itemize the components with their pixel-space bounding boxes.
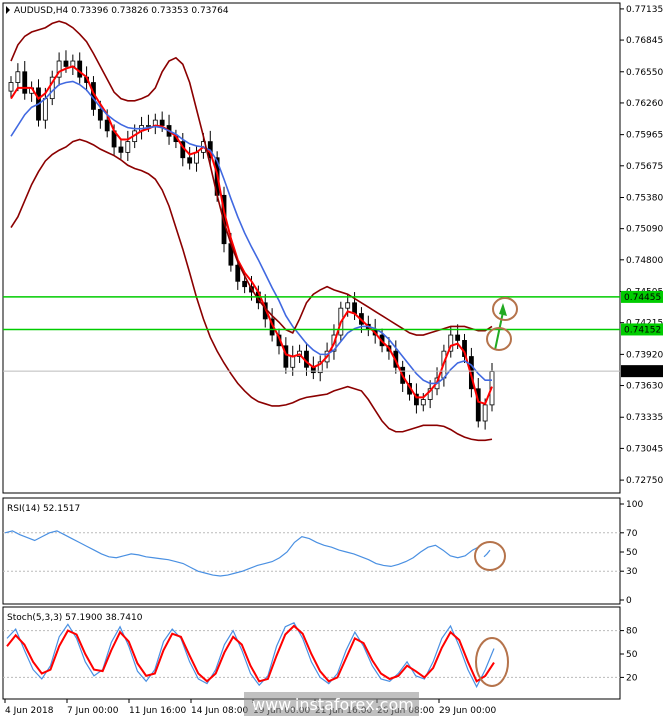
rsi-y-tick-label: 50 bbox=[626, 548, 638, 558]
watermark-text: www.instaforex.com bbox=[252, 695, 414, 714]
panel-frame-0 bbox=[2, 2, 621, 494]
stoch-y-tick-label: 50 bbox=[626, 650, 638, 660]
stoch-y-tick-label: 20 bbox=[626, 673, 638, 683]
candle-body bbox=[15, 71, 21, 83]
y-tick-label: 0.74800 bbox=[626, 256, 663, 266]
y-tick-label: 0.75090 bbox=[626, 225, 663, 235]
candle-body bbox=[146, 125, 151, 127]
chart-root: 0.77135 0.76845 0.76550 0.76260 0.75965 0.756… bbox=[0, 0, 665, 720]
chart-canvas: 0.77135 0.76845 0.76550 0.76260 0.75965 0.756… bbox=[2, 2, 663, 716]
y-tick-label: 0.75675 bbox=[626, 162, 663, 172]
candle-body bbox=[118, 146, 124, 153]
y-tick-label: 0.75965 bbox=[626, 131, 663, 141]
chart-title: AUDUSD,H4 0.73396 0.73826 0.73353 0.7376… bbox=[14, 6, 229, 16]
x-tick-label: 14 Jun 08:00 bbox=[191, 706, 248, 716]
candle-body bbox=[194, 151, 199, 164]
candle-body bbox=[482, 404, 488, 422]
y-tick-label: 0.76260 bbox=[626, 99, 663, 109]
x-tick-label: 11 Jun 16:00 bbox=[129, 706, 186, 716]
current-price-label: 0.73764 bbox=[624, 367, 661, 377]
candle-body bbox=[187, 157, 193, 164]
y-tick-label: 0.77135 bbox=[626, 5, 663, 15]
candle-body bbox=[290, 356, 296, 368]
y-tick-label: 0.76550 bbox=[626, 68, 663, 78]
candle-body bbox=[97, 108, 103, 121]
level-tag-label: 0.74152 bbox=[624, 325, 661, 335]
rsi-title: RSI(14) 52.1517 bbox=[7, 504, 80, 514]
rsi-y-tick-label: 70 bbox=[626, 529, 638, 539]
x-tick-label: 4 Jun 2018 bbox=[5, 706, 54, 716]
y-tick-label: 0.73045 bbox=[626, 444, 663, 454]
y-tick-label: 0.76845 bbox=[626, 36, 663, 46]
candle-body bbox=[8, 82, 14, 92]
y-tick-label: 0.73920 bbox=[626, 350, 663, 360]
candle-body bbox=[455, 334, 461, 341]
candle-body bbox=[235, 264, 241, 282]
candle-body bbox=[352, 302, 357, 314]
rsi-y-tick-label: 100 bbox=[626, 500, 643, 510]
candle-body bbox=[22, 71, 28, 94]
candle-body bbox=[345, 302, 351, 309]
candle-body bbox=[125, 141, 131, 153]
y-tick-label: 0.72750 bbox=[626, 476, 663, 486]
x-tick-label: 29 Jun 00:00 bbox=[439, 706, 496, 716]
candle-body bbox=[77, 60, 83, 78]
candle-body bbox=[242, 280, 248, 288]
y-tick-label: 0.75380 bbox=[626, 193, 663, 203]
candle-body bbox=[104, 119, 110, 132]
rsi-y-tick-label: 0 bbox=[626, 596, 632, 606]
y-tick-label: 0.73630 bbox=[626, 382, 663, 392]
x-tick-label: 7 Jun 00:00 bbox=[67, 706, 119, 716]
y-tick-label: 0.73335 bbox=[626, 413, 663, 423]
candle-body bbox=[420, 399, 426, 406]
candle-body bbox=[42, 98, 48, 121]
rsi-y-tick-label: 30 bbox=[626, 567, 638, 577]
candle-body bbox=[63, 60, 69, 67]
level-tag-label: 0.74455 bbox=[624, 293, 661, 303]
candle-body bbox=[159, 119, 165, 126]
stoch-title: Stoch(5,3,3) 57.1900 38.7410 bbox=[7, 613, 143, 623]
stoch-y-tick-label: 80 bbox=[626, 627, 638, 637]
